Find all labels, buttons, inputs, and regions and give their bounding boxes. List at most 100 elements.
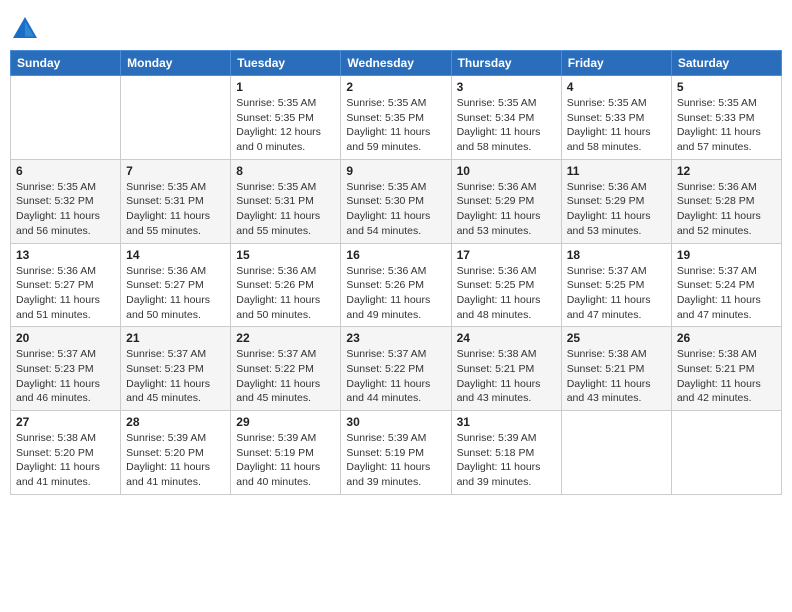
day-number: 11 bbox=[567, 164, 666, 178]
day-number: 4 bbox=[567, 80, 666, 94]
day-number: 2 bbox=[346, 80, 445, 94]
day-info: Sunrise: 5:37 AMSunset: 5:22 PMDaylight:… bbox=[236, 347, 335, 406]
day-number: 3 bbox=[457, 80, 556, 94]
day-info: Sunrise: 5:39 AMSunset: 5:20 PMDaylight:… bbox=[126, 431, 225, 490]
calendar-week-2: 6 Sunrise: 5:35 AMSunset: 5:32 PMDaylight… bbox=[11, 159, 782, 243]
day-info: Sunrise: 5:37 AMSunset: 5:23 PMDaylight:… bbox=[16, 347, 115, 406]
day-number: 26 bbox=[677, 331, 776, 345]
calendar-cell: 28 Sunrise: 5:39 AMSunset: 5:20 PMDayligh… bbox=[121, 411, 231, 495]
calendar-week-5: 27 Sunrise: 5:38 AMSunset: 5:20 PMDayligh… bbox=[11, 411, 782, 495]
day-info: Sunrise: 5:37 AMSunset: 5:22 PMDaylight:… bbox=[346, 347, 445, 406]
day-number: 9 bbox=[346, 164, 445, 178]
day-info: Sunrise: 5:37 AMSunset: 5:25 PMDaylight:… bbox=[567, 264, 666, 323]
calendar-cell: 15Sunrise: 5:36 AMSunset: 5:26 PMDayligh… bbox=[231, 243, 341, 327]
day-info: Sunrise: 5:35 AMSunset: 5:33 PMDaylight:… bbox=[567, 96, 666, 155]
calendar-week-1: 1 Sunrise: 5:35 AMSunset: 5:35 PMDaylight… bbox=[11, 76, 782, 160]
day-number: 17 bbox=[457, 248, 556, 262]
day-info: Sunrise: 5:36 AMSunset: 5:27 PMDaylight:… bbox=[126, 264, 225, 323]
day-info: Sunrise: 5:36 AMSunset: 5:27 PMDaylight:… bbox=[16, 264, 115, 323]
day-header-thursday: Thursday bbox=[451, 51, 561, 76]
day-info: Sunrise: 5:37 AMSunset: 5:24 PMDaylight:… bbox=[677, 264, 776, 323]
calendar-cell: 22 Sunrise: 5:37 AMSunset: 5:22 PMDayligh… bbox=[231, 327, 341, 411]
calendar-cell: 29 Sunrise: 5:39 AMSunset: 5:19 PMDayligh… bbox=[231, 411, 341, 495]
calendar-cell: 2Sunrise: 5:35 AMSunset: 5:35 PMDaylight… bbox=[341, 76, 451, 160]
calendar-cell: 3 Sunrise: 5:35 AMSunset: 5:34 PMDaylight… bbox=[451, 76, 561, 160]
calendar-cell: 19 Sunrise: 5:37 AMSunset: 5:24 PMDayligh… bbox=[671, 243, 781, 327]
day-header-sunday: Sunday bbox=[11, 51, 121, 76]
day-info: Sunrise: 5:39 AMSunset: 5:19 PMDaylight:… bbox=[236, 431, 335, 490]
calendar-cell: 14 Sunrise: 5:36 AMSunset: 5:27 PMDayligh… bbox=[121, 243, 231, 327]
day-info: Sunrise: 5:39 AMSunset: 5:18 PMDaylight:… bbox=[457, 431, 556, 490]
day-number: 15 bbox=[236, 248, 335, 262]
calendar-cell: 11 Sunrise: 5:36 AMSunset: 5:29 PMDayligh… bbox=[561, 159, 671, 243]
calendar-cell: 1 Sunrise: 5:35 AMSunset: 5:35 PMDaylight… bbox=[231, 76, 341, 160]
calendar-cell: 20 Sunrise: 5:37 AMSunset: 5:23 PMDayligh… bbox=[11, 327, 121, 411]
day-header-monday: Monday bbox=[121, 51, 231, 76]
day-info: Sunrise: 5:38 AMSunset: 5:21 PMDaylight:… bbox=[677, 347, 776, 406]
calendar-cell: 26 Sunrise: 5:38 AMSunset: 5:21 PMDayligh… bbox=[671, 327, 781, 411]
day-info: Sunrise: 5:39 AMSunset: 5:19 PMDaylight:… bbox=[346, 431, 445, 490]
calendar-cell: 13Sunrise: 5:36 AMSunset: 5:27 PMDayligh… bbox=[11, 243, 121, 327]
day-info: Sunrise: 5:35 AMSunset: 5:33 PMDaylight:… bbox=[677, 96, 776, 155]
calendar-cell: 24 Sunrise: 5:38 AMSunset: 5:21 PMDayligh… bbox=[451, 327, 561, 411]
calendar-cell: 23 Sunrise: 5:37 AMSunset: 5:22 PMDayligh… bbox=[341, 327, 451, 411]
day-number: 28 bbox=[126, 415, 225, 429]
day-header-saturday: Saturday bbox=[671, 51, 781, 76]
day-number: 8 bbox=[236, 164, 335, 178]
day-number: 31 bbox=[457, 415, 556, 429]
day-number: 29 bbox=[236, 415, 335, 429]
day-number: 7 bbox=[126, 164, 225, 178]
day-info: Sunrise: 5:38 AMSunset: 5:21 PMDaylight:… bbox=[567, 347, 666, 406]
day-number: 27 bbox=[16, 415, 115, 429]
day-info: Sunrise: 5:37 AMSunset: 5:23 PMDaylight:… bbox=[126, 347, 225, 406]
day-info: Sunrise: 5:38 AMSunset: 5:21 PMDaylight:… bbox=[457, 347, 556, 406]
day-info: Sunrise: 5:36 AMSunset: 5:26 PMDaylight:… bbox=[346, 264, 445, 323]
calendar-cell: 21 Sunrise: 5:37 AMSunset: 5:23 PMDayligh… bbox=[121, 327, 231, 411]
day-info: Sunrise: 5:35 AMSunset: 5:35 PMDaylight:… bbox=[236, 96, 335, 155]
day-number: 22 bbox=[236, 331, 335, 345]
day-info: Sunrise: 5:36 AMSunset: 5:29 PMDaylight:… bbox=[457, 180, 556, 239]
day-info: Sunrise: 5:36 AMSunset: 5:29 PMDaylight:… bbox=[567, 180, 666, 239]
calendar-header-row: SundayMondayTuesdayWednesdayThursdayFrid… bbox=[11, 51, 782, 76]
calendar-cell: 7Sunrise: 5:35 AMSunset: 5:31 PMDaylight… bbox=[121, 159, 231, 243]
day-info: Sunrise: 5:36 AMSunset: 5:28 PMDaylight:… bbox=[677, 180, 776, 239]
day-header-wednesday: Wednesday bbox=[341, 51, 451, 76]
calendar-cell bbox=[671, 411, 781, 495]
day-number: 1 bbox=[236, 80, 335, 94]
day-number: 21 bbox=[126, 331, 225, 345]
day-info: Sunrise: 5:35 AMSunset: 5:32 PMDaylight:… bbox=[16, 180, 115, 239]
calendar-table: SundayMondayTuesdayWednesdayThursdayFrid… bbox=[10, 50, 782, 495]
page-header bbox=[10, 10, 782, 44]
calendar-cell: 5 Sunrise: 5:35 AMSunset: 5:33 PMDaylight… bbox=[671, 76, 781, 160]
calendar-week-4: 20 Sunrise: 5:37 AMSunset: 5:23 PMDayligh… bbox=[11, 327, 782, 411]
calendar-cell: 30 Sunrise: 5:39 AMSunset: 5:19 PMDayligh… bbox=[341, 411, 451, 495]
calendar-cell: 9 Sunrise: 5:35 AMSunset: 5:30 PMDaylight… bbox=[341, 159, 451, 243]
day-number: 14 bbox=[126, 248, 225, 262]
day-info: Sunrise: 5:38 AMSunset: 5:20 PMDaylight:… bbox=[16, 431, 115, 490]
day-number: 30 bbox=[346, 415, 445, 429]
calendar-cell: 18Sunrise: 5:37 AMSunset: 5:25 PMDayligh… bbox=[561, 243, 671, 327]
calendar-cell: 25Sunrise: 5:38 AMSunset: 5:21 PMDayligh… bbox=[561, 327, 671, 411]
day-number: 10 bbox=[457, 164, 556, 178]
day-info: Sunrise: 5:35 AMSunset: 5:30 PMDaylight:… bbox=[346, 180, 445, 239]
day-header-friday: Friday bbox=[561, 51, 671, 76]
day-number: 20 bbox=[16, 331, 115, 345]
day-number: 12 bbox=[677, 164, 776, 178]
calendar-week-3: 13Sunrise: 5:36 AMSunset: 5:27 PMDayligh… bbox=[11, 243, 782, 327]
calendar-cell: 6 Sunrise: 5:35 AMSunset: 5:32 PMDaylight… bbox=[11, 159, 121, 243]
day-info: Sunrise: 5:35 AMSunset: 5:31 PMDaylight:… bbox=[236, 180, 335, 239]
calendar-cell: 4 Sunrise: 5:35 AMSunset: 5:33 PMDaylight… bbox=[561, 76, 671, 160]
day-number: 24 bbox=[457, 331, 556, 345]
calendar-cell: 8 Sunrise: 5:35 AMSunset: 5:31 PMDaylight… bbox=[231, 159, 341, 243]
day-number: 5 bbox=[677, 80, 776, 94]
day-info: Sunrise: 5:36 AMSunset: 5:25 PMDaylight:… bbox=[457, 264, 556, 323]
day-number: 6 bbox=[16, 164, 115, 178]
calendar-cell: 12 Sunrise: 5:36 AMSunset: 5:28 PMDayligh… bbox=[671, 159, 781, 243]
logo bbox=[10, 14, 44, 44]
day-number: 23 bbox=[346, 331, 445, 345]
day-info: Sunrise: 5:35 AMSunset: 5:34 PMDaylight:… bbox=[457, 96, 556, 155]
calendar-cell: 16Sunrise: 5:36 AMSunset: 5:26 PMDayligh… bbox=[341, 243, 451, 327]
calendar-cell: 31 Sunrise: 5:39 AMSunset: 5:18 PMDayligh… bbox=[451, 411, 561, 495]
calendar-cell: 27 Sunrise: 5:38 AMSunset: 5:20 PMDayligh… bbox=[11, 411, 121, 495]
day-number: 19 bbox=[677, 248, 776, 262]
